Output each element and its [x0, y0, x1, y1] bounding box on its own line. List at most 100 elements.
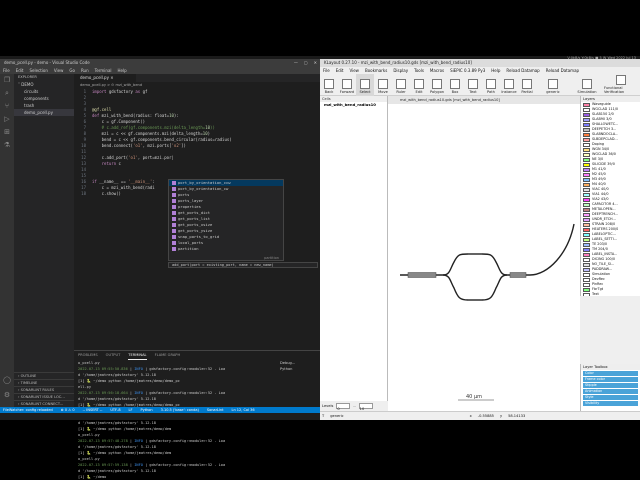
tool-functional-verification[interactable]: Functional Verification [604, 74, 638, 96]
level-max-field[interactable]: 10 [358, 403, 373, 411]
layer-toolbox-item[interactable]: Color [583, 371, 638, 376]
tool-polygon[interactable]: Polygon [428, 74, 446, 96]
panel-tab-problems[interactable]: PROBLEMS [78, 352, 98, 359]
panel-tab-output[interactable]: OUTPUT [106, 352, 121, 359]
layer-swatch [583, 172, 590, 177]
layer-swatch [583, 222, 590, 227]
account-icon[interactable]: ◯ [0, 374, 14, 387]
sidebar-section[interactable]: › TIMELINE [14, 379, 74, 386]
minimize-icon[interactable]: — [294, 59, 298, 67]
close-icon[interactable]: ✕ [314, 59, 317, 67]
layout-canvas[interactable]: mzi_with_bend_radius10.gds [mzi_with_ben… [388, 96, 580, 411]
terminal-instance[interactable]: Python [280, 366, 318, 372]
tool-edit[interactable]: Edit [410, 74, 428, 96]
menu-run[interactable]: Run [81, 67, 89, 74]
layer-swatch [583, 102, 590, 107]
testing-icon[interactable]: ⚗ [0, 139, 14, 152]
tool-back[interactable]: Back [320, 74, 338, 96]
sidebar-sections: › OUTLINE › TIMELINE › SONARLINT RULES › SO… [14, 372, 74, 407]
menu-view[interactable]: View [54, 67, 64, 74]
tool-simulation[interactable]: Simulation [570, 74, 604, 96]
text-icon [468, 78, 478, 89]
mzi-waveguide [400, 223, 575, 301]
sidebar-section[interactable]: › SONARLINT ISSUE LOC... [14, 393, 74, 400]
terminal-output[interactable]: o_pcell.py 2022-07-13 09:55:50.836 | INFO… [78, 360, 278, 480]
run-debug-icon[interactable]: ▷ [0, 113, 14, 126]
edit-icon [414, 78, 424, 89]
tab-demo-pcell[interactable]: demo_pcell.py × [74, 74, 136, 82]
maximize-icon[interactable]: ▢ [304, 59, 308, 67]
partial-icon [522, 78, 532, 89]
tool-box[interactable]: Box [446, 74, 464, 96]
generic-icon [548, 78, 558, 89]
layout-view-tab[interactable]: mzi_with_bend_radius10.gds [mzi_with_ben… [388, 96, 580, 104]
tool-select[interactable]: Select [356, 73, 374, 96]
suggestion-item[interactable]: partition [169, 246, 283, 252]
tool-move[interactable]: Move [374, 74, 392, 96]
klayout-toolbar: Back Forward Select Move Ruler Edit Polygon Box… [320, 73, 640, 96]
klayout-statusbar: T generic x -0.55885 y 58.14133 [320, 411, 640, 420]
tree-item[interactable]: components [14, 95, 74, 102]
search-icon[interactable]: ⌕ [0, 87, 14, 100]
layer-swatch [583, 287, 590, 292]
tool-partial[interactable]: Partial [518, 74, 536, 96]
explorer-icon[interactable]: ❐ [0, 74, 14, 87]
source-control-icon[interactable]: ⑂ [0, 100, 14, 113]
cell-item[interactable]: mzi_with_bend_radius10 [320, 102, 387, 108]
layer-item[interactable]: Text [581, 292, 640, 296]
tree-item[interactable]: demo_pcell.py [14, 109, 74, 116]
sidebar-section[interactable]: › SONARLINT CONNECT... [14, 400, 74, 407]
pin-left [407, 272, 437, 278]
extensions-icon[interactable]: ⊞ [0, 126, 14, 139]
level-min-field[interactable]: 0 [336, 403, 351, 411]
sidebar-section[interactable]: › SONARLINT RULES [14, 386, 74, 393]
menu-selection[interactable]: Selection [29, 67, 47, 74]
breadcrumb[interactable]: demo_pcell.py > ⊙ mzi_with_bend [80, 82, 142, 88]
suggestion-detail: partition [264, 256, 279, 260]
signature-help: add_port(port = existing_port, name = ne… [168, 262, 318, 268]
suggestion-label: partition [178, 246, 199, 251]
method-icon [172, 229, 176, 233]
menu-help[interactable]: Help [118, 67, 127, 74]
menu-go[interactable]: Go [69, 67, 75, 74]
line-number: 18 [81, 191, 86, 196]
window-controls: — ▢ ✕ [294, 59, 317, 67]
tool-generic[interactable]: generic [536, 74, 570, 96]
tool-instance[interactable]: Instance [500, 74, 518, 96]
layer-toolbox-item[interactable]: Visibility [583, 401, 638, 406]
panel-tab-flame-graph[interactable]: FLAME GRAPH [155, 352, 181, 359]
tool-path[interactable]: Path [482, 74, 500, 96]
menu-terminal[interactable]: Terminal [95, 67, 112, 74]
layer-swatch [583, 272, 590, 277]
method-icon [172, 235, 176, 239]
layer-toolbox-item[interactable]: Frame color [583, 377, 638, 382]
tree-item[interactable]: circuits [14, 88, 74, 95]
tree-item[interactable]: ˅ DEMO [14, 81, 74, 88]
settings-gear-icon[interactable]: ⚙ [0, 389, 14, 402]
tool-forward[interactable]: Forward [338, 74, 356, 96]
terminal-line: [1] 🐍 ~/demo [78, 475, 107, 479]
status-y-label: y [499, 413, 503, 418]
panel-tab-terminal[interactable]: TERMINAL [128, 352, 147, 360]
back-icon [324, 78, 334, 89]
layer-name: Text [592, 292, 599, 296]
tree-item[interactable]: trash [14, 102, 74, 109]
sidebar-section[interactable]: › OUTLINE [14, 372, 74, 379]
layer-toolbox-item[interactable]: Style [583, 395, 638, 400]
explorer-title: EXPLORER [18, 75, 37, 79]
menu-file[interactable]: File [3, 67, 10, 74]
terminal-list: Debug... Python [280, 360, 318, 372]
tool-text[interactable]: Text [464, 74, 482, 96]
vscode-window: demo_pcell.py - demo - Visual Studio Cod… [0, 59, 320, 479]
move-icon [378, 78, 388, 89]
autocomplete-popup: port_by_orientation_ccw port_by_orientati… [168, 179, 284, 261]
layer-toolbox-item[interactable]: Animation [583, 389, 638, 394]
line-text: return c [101, 161, 121, 166]
levels-label: Levels [322, 404, 334, 408]
forward-icon [342, 78, 352, 89]
layer-swatch [583, 187, 590, 192]
tool-ruler[interactable]: Ruler [392, 74, 410, 96]
ruler-icon [396, 78, 406, 89]
layer-toolbox-item[interactable]: Stipple [583, 383, 638, 388]
menu-edit[interactable]: Edit [16, 67, 24, 74]
